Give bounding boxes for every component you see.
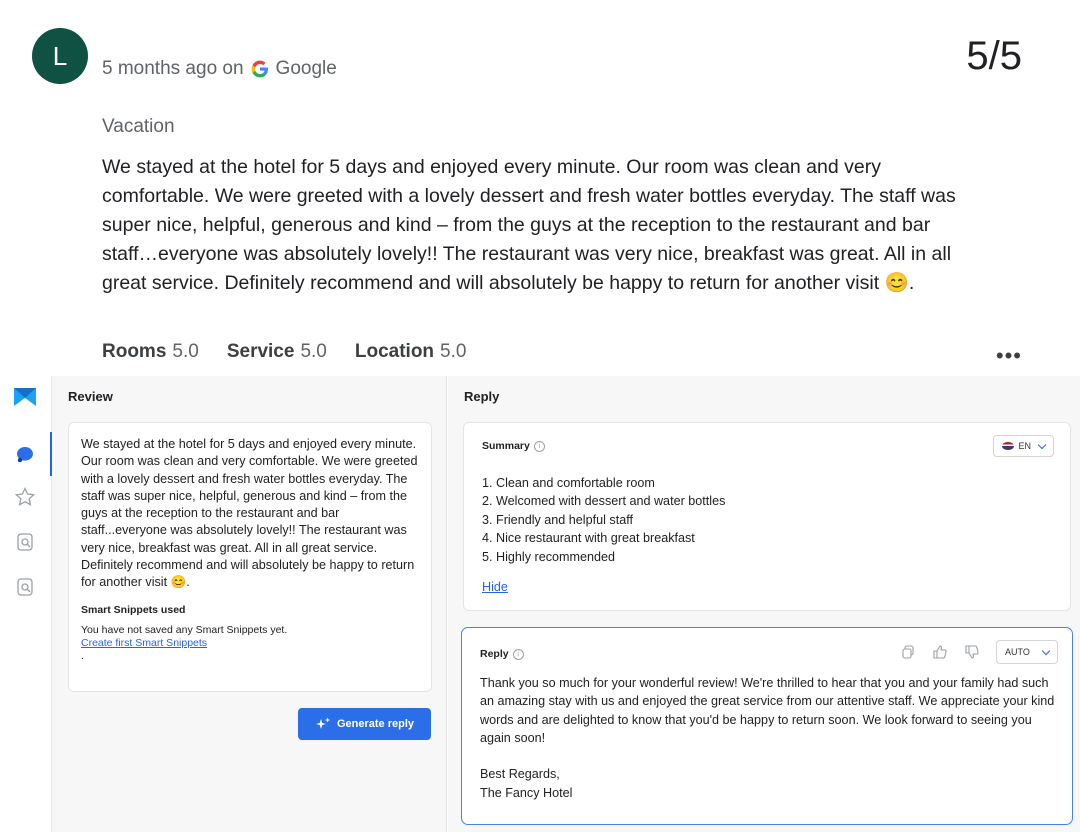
avatar: L [32, 28, 88, 84]
generate-reply-button[interactable]: Generate reply [298, 708, 431, 740]
chevron-down-icon [1037, 440, 1047, 449]
copy-icon[interactable] [900, 644, 916, 660]
info-icon[interactable]: i [512, 648, 524, 660]
review-source: Google [275, 58, 337, 79]
thumbs-down-icon[interactable] [964, 644, 980, 660]
reply-panel-title: Reply [464, 389, 500, 404]
summary-item: 1. Clean and comfortable room [482, 476, 655, 490]
ratings-row: Rooms 5.0 Service 5.0 Location 5.0 [102, 341, 466, 363]
review-card-text: We stayed at the hotel for 5 days and en… [81, 437, 418, 590]
sparkle-icon [315, 717, 330, 729]
reply-assistant-app: Review We stayed at the hotel for 5 days… [0, 376, 1080, 832]
summary-list: 1. Clean and comfortable room 2. Welcome… [482, 474, 725, 566]
review-card: We stayed at the hotel for 5 days and en… [68, 422, 432, 692]
summary-item: 2. Welcomed with dessert and water bottl… [482, 494, 726, 509]
info-icon[interactable]: i [533, 440, 545, 452]
snippets-empty-text: You have not saved any Smart Snippets ye… [81, 623, 288, 636]
sidebar [0, 376, 52, 832]
reply-text[interactable]: Thank you so much for your wonderful rev… [480, 674, 1058, 802]
chevron-down-icon [1041, 646, 1051, 655]
doc-search-icon[interactable] [14, 531, 36, 553]
summary-heading: Summary i [482, 440, 545, 452]
snippets-title: Smart Snippets used [81, 603, 186, 616]
chat-bubble-icon[interactable] [14, 444, 36, 466]
summary-item: 5. Highly recommended [482, 549, 615, 564]
snippets-dot: . [81, 649, 84, 662]
review-body: We stayed at the hotel for 5 days and en… [102, 156, 956, 294]
summary-card: Summary i EN 1. Clean and comfortable ro… [463, 422, 1071, 611]
rating-rooms: Rooms 5.0 [102, 341, 199, 362]
us-flag-icon [1002, 442, 1015, 450]
logo-icon[interactable] [12, 384, 38, 410]
review-score: 5/5 [966, 34, 1022, 78]
hide-summary-link[interactable]: Hide [482, 580, 508, 594]
summary-item: 3. Friendly and helpful staff [482, 512, 633, 527]
review-panel-title: Review [68, 389, 113, 404]
review-title: Vacation [102, 116, 175, 137]
reply-card[interactable]: Reply i AUTO Thank you so much for your … [461, 627, 1073, 825]
create-snippets-link[interactable]: Create first Smart Snippets [81, 637, 419, 650]
review-panel: Review We stayed at the hotel for 5 days… [52, 376, 447, 832]
mode-select[interactable]: AUTO [996, 640, 1058, 664]
review-meta: 5 months ago on Google [102, 58, 337, 80]
google-icon [251, 60, 268, 78]
rating-service: Service 5.0 [226, 341, 327, 362]
rating-location: Location 5.0 [354, 341, 467, 362]
language-select[interactable]: EN [993, 435, 1054, 457]
review-time: 5 months ago on [102, 58, 244, 79]
reply-heading: Reply i [480, 648, 524, 660]
summary-item: 4. Nice restaurant with great breakfast [482, 531, 695, 546]
more-options-button[interactable]: ••• [996, 345, 1022, 367]
reply-panel: Reply Summary i EN 1. Clean and comforta… [448, 376, 1080, 832]
star-icon[interactable] [14, 486, 36, 508]
reply-toolbar [900, 644, 980, 660]
thumbs-up-icon[interactable] [932, 644, 948, 660]
generate-reply-label: Generate reply [336, 718, 415, 730]
doc-search-icon[interactable] [14, 576, 36, 598]
